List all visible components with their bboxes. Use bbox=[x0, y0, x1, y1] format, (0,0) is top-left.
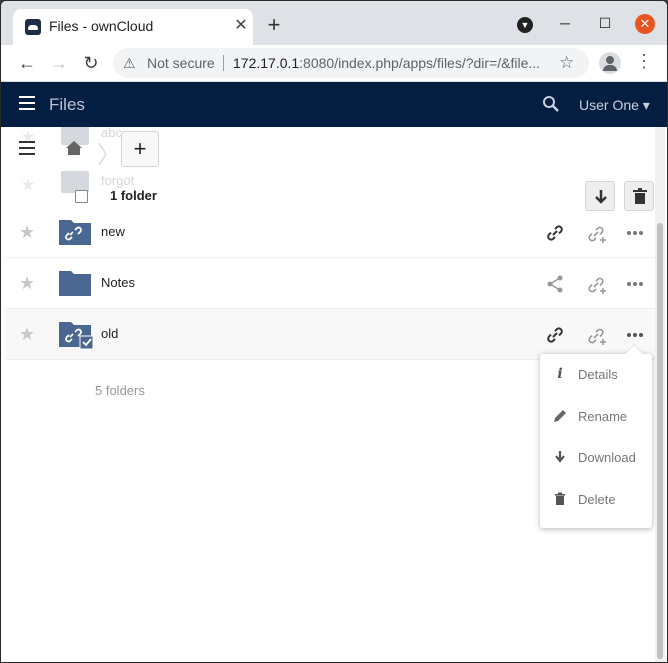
sidebar-toggle-icon[interactable] bbox=[19, 141, 35, 157]
menu-item-delete[interactable]: Delete bbox=[540, 479, 652, 519]
add-share-icon[interactable] bbox=[585, 272, 609, 296]
browser-tab[interactable]: Files - ownCloud ✕ bbox=[13, 9, 253, 45]
url-host: 172.17.0.1 bbox=[233, 55, 300, 71]
home-icon[interactable] bbox=[65, 139, 83, 157]
owncloud-favicon-icon bbox=[25, 19, 41, 35]
url-text[interactable]: 172.17.0.1:8080/index.php/apps/files/?di… bbox=[233, 55, 553, 71]
table-row[interactable]: ★ old bbox=[5, 309, 655, 360]
maximize-icon[interactable]: ☐ bbox=[595, 13, 615, 33]
table-row[interactable]: ★ Notes bbox=[5, 258, 655, 309]
forward-arrow-icon[interactable]: → bbox=[47, 51, 71, 75]
tab-title: Files - ownCloud bbox=[49, 18, 154, 34]
menu-item-label: Delete bbox=[578, 492, 616, 507]
add-share-icon[interactable] bbox=[585, 323, 609, 347]
shared-folder-icon bbox=[59, 220, 91, 245]
folder-summary: 5 folders bbox=[95, 383, 145, 398]
new-tab-button[interactable]: + bbox=[263, 14, 285, 36]
reload-icon[interactable]: ↻ bbox=[79, 51, 103, 75]
app-title[interactable]: Files bbox=[49, 95, 85, 115]
browser-menu-icon[interactable]: ⋮ bbox=[635, 51, 653, 72]
link-icon[interactable] bbox=[543, 323, 567, 347]
app-menu-icon[interactable] bbox=[19, 96, 35, 112]
tab-strip: Files - ownCloud ✕ + ▼ ─ ☐ ✕ bbox=[1, 1, 667, 45]
shared-folder-icon bbox=[59, 322, 94, 350]
select-all-checkbox[interactable] bbox=[75, 190, 88, 203]
close-window-icon[interactable]: ✕ bbox=[635, 13, 655, 34]
back-arrow-icon[interactable]: ← bbox=[15, 51, 39, 75]
user-menu[interactable]: User One ▾ bbox=[579, 97, 650, 114]
selection-count: 1 folder bbox=[110, 188, 157, 203]
more-actions-icon[interactable] bbox=[623, 272, 647, 296]
favorite-star-icon[interactable]: ★ bbox=[19, 324, 35, 345]
more-actions-icon[interactable] bbox=[623, 221, 647, 245]
breadcrumb-chevron-icon: 〉 bbox=[97, 142, 121, 169]
menu-item-download[interactable]: Download bbox=[540, 437, 652, 477]
file-name: forgot bbox=[101, 173, 135, 188]
file-name[interactable]: old bbox=[101, 326, 118, 341]
pencil-icon bbox=[554, 410, 566, 422]
menu-item-details[interactable]: i Details bbox=[540, 354, 652, 394]
address-separator bbox=[223, 55, 224, 71]
menu-item-label: Details bbox=[578, 367, 618, 382]
list-item-ghost: ★ forgot bbox=[5, 171, 655, 211]
add-share-icon[interactable] bbox=[585, 221, 609, 245]
favorite-star-icon[interactable]: ★ bbox=[19, 222, 35, 243]
favorite-star-icon[interactable]: ★ bbox=[19, 273, 35, 294]
new-file-button[interactable]: + bbox=[121, 131, 159, 167]
menu-item-label: Rename bbox=[578, 409, 628, 424]
more-actions-icon[interactable] bbox=[623, 323, 647, 347]
window-menu-icon[interactable]: ▼ bbox=[515, 13, 535, 33]
browser-toolbar: ← → ↻ ⚠ Not secure 172.17.0.1:8080/index… bbox=[1, 45, 667, 82]
info-icon: i bbox=[557, 366, 563, 382]
link-icon[interactable] bbox=[543, 221, 567, 245]
security-label[interactable]: Not secure bbox=[147, 55, 215, 71]
app-header: Files User One ▾ bbox=[1, 82, 667, 127]
scrollbar-thumb[interactable] bbox=[657, 223, 663, 659]
file-name[interactable]: Notes bbox=[101, 275, 135, 290]
download-icon bbox=[555, 451, 565, 463]
trash-icon bbox=[555, 492, 565, 505]
user-name: User One bbox=[579, 97, 639, 113]
files-content: ★ abc ★ forgot 〉 + 1 folder ★ new ★ Note… bbox=[5, 123, 655, 662]
menu-item-label: Download bbox=[578, 450, 636, 465]
profile-avatar-icon[interactable] bbox=[599, 52, 621, 74]
folder-icon bbox=[59, 271, 91, 296]
file-actions-menu: i Details Rename Download Delete bbox=[540, 354, 652, 528]
share-icon[interactable] bbox=[543, 272, 567, 296]
warning-icon[interactable]: ⚠ bbox=[123, 55, 136, 72]
menu-item-rename[interactable]: Rename bbox=[540, 396, 652, 436]
star-icon: ★ bbox=[21, 177, 36, 194]
tab-close-icon[interactable]: ✕ bbox=[231, 16, 251, 36]
search-icon[interactable] bbox=[541, 94, 561, 114]
url-path: :8080/index.php/apps/files/?dir=/&file..… bbox=[299, 55, 541, 71]
bookmark-star-icon[interactable]: ☆ bbox=[559, 53, 574, 73]
vertical-scrollbar[interactable] bbox=[655, 127, 665, 662]
minimize-icon[interactable]: ─ bbox=[555, 13, 575, 33]
browser-window: Files - ownCloud ✕ + ▼ ─ ☐ ✕ ← → ↻ ⚠ Not… bbox=[0, 0, 668, 663]
file-name[interactable]: new bbox=[101, 224, 125, 239]
address-bar[interactable]: ⚠ Not secure 172.17.0.1:8080/index.php/a… bbox=[113, 48, 589, 78]
table-row[interactable]: ★ new bbox=[5, 207, 655, 258]
